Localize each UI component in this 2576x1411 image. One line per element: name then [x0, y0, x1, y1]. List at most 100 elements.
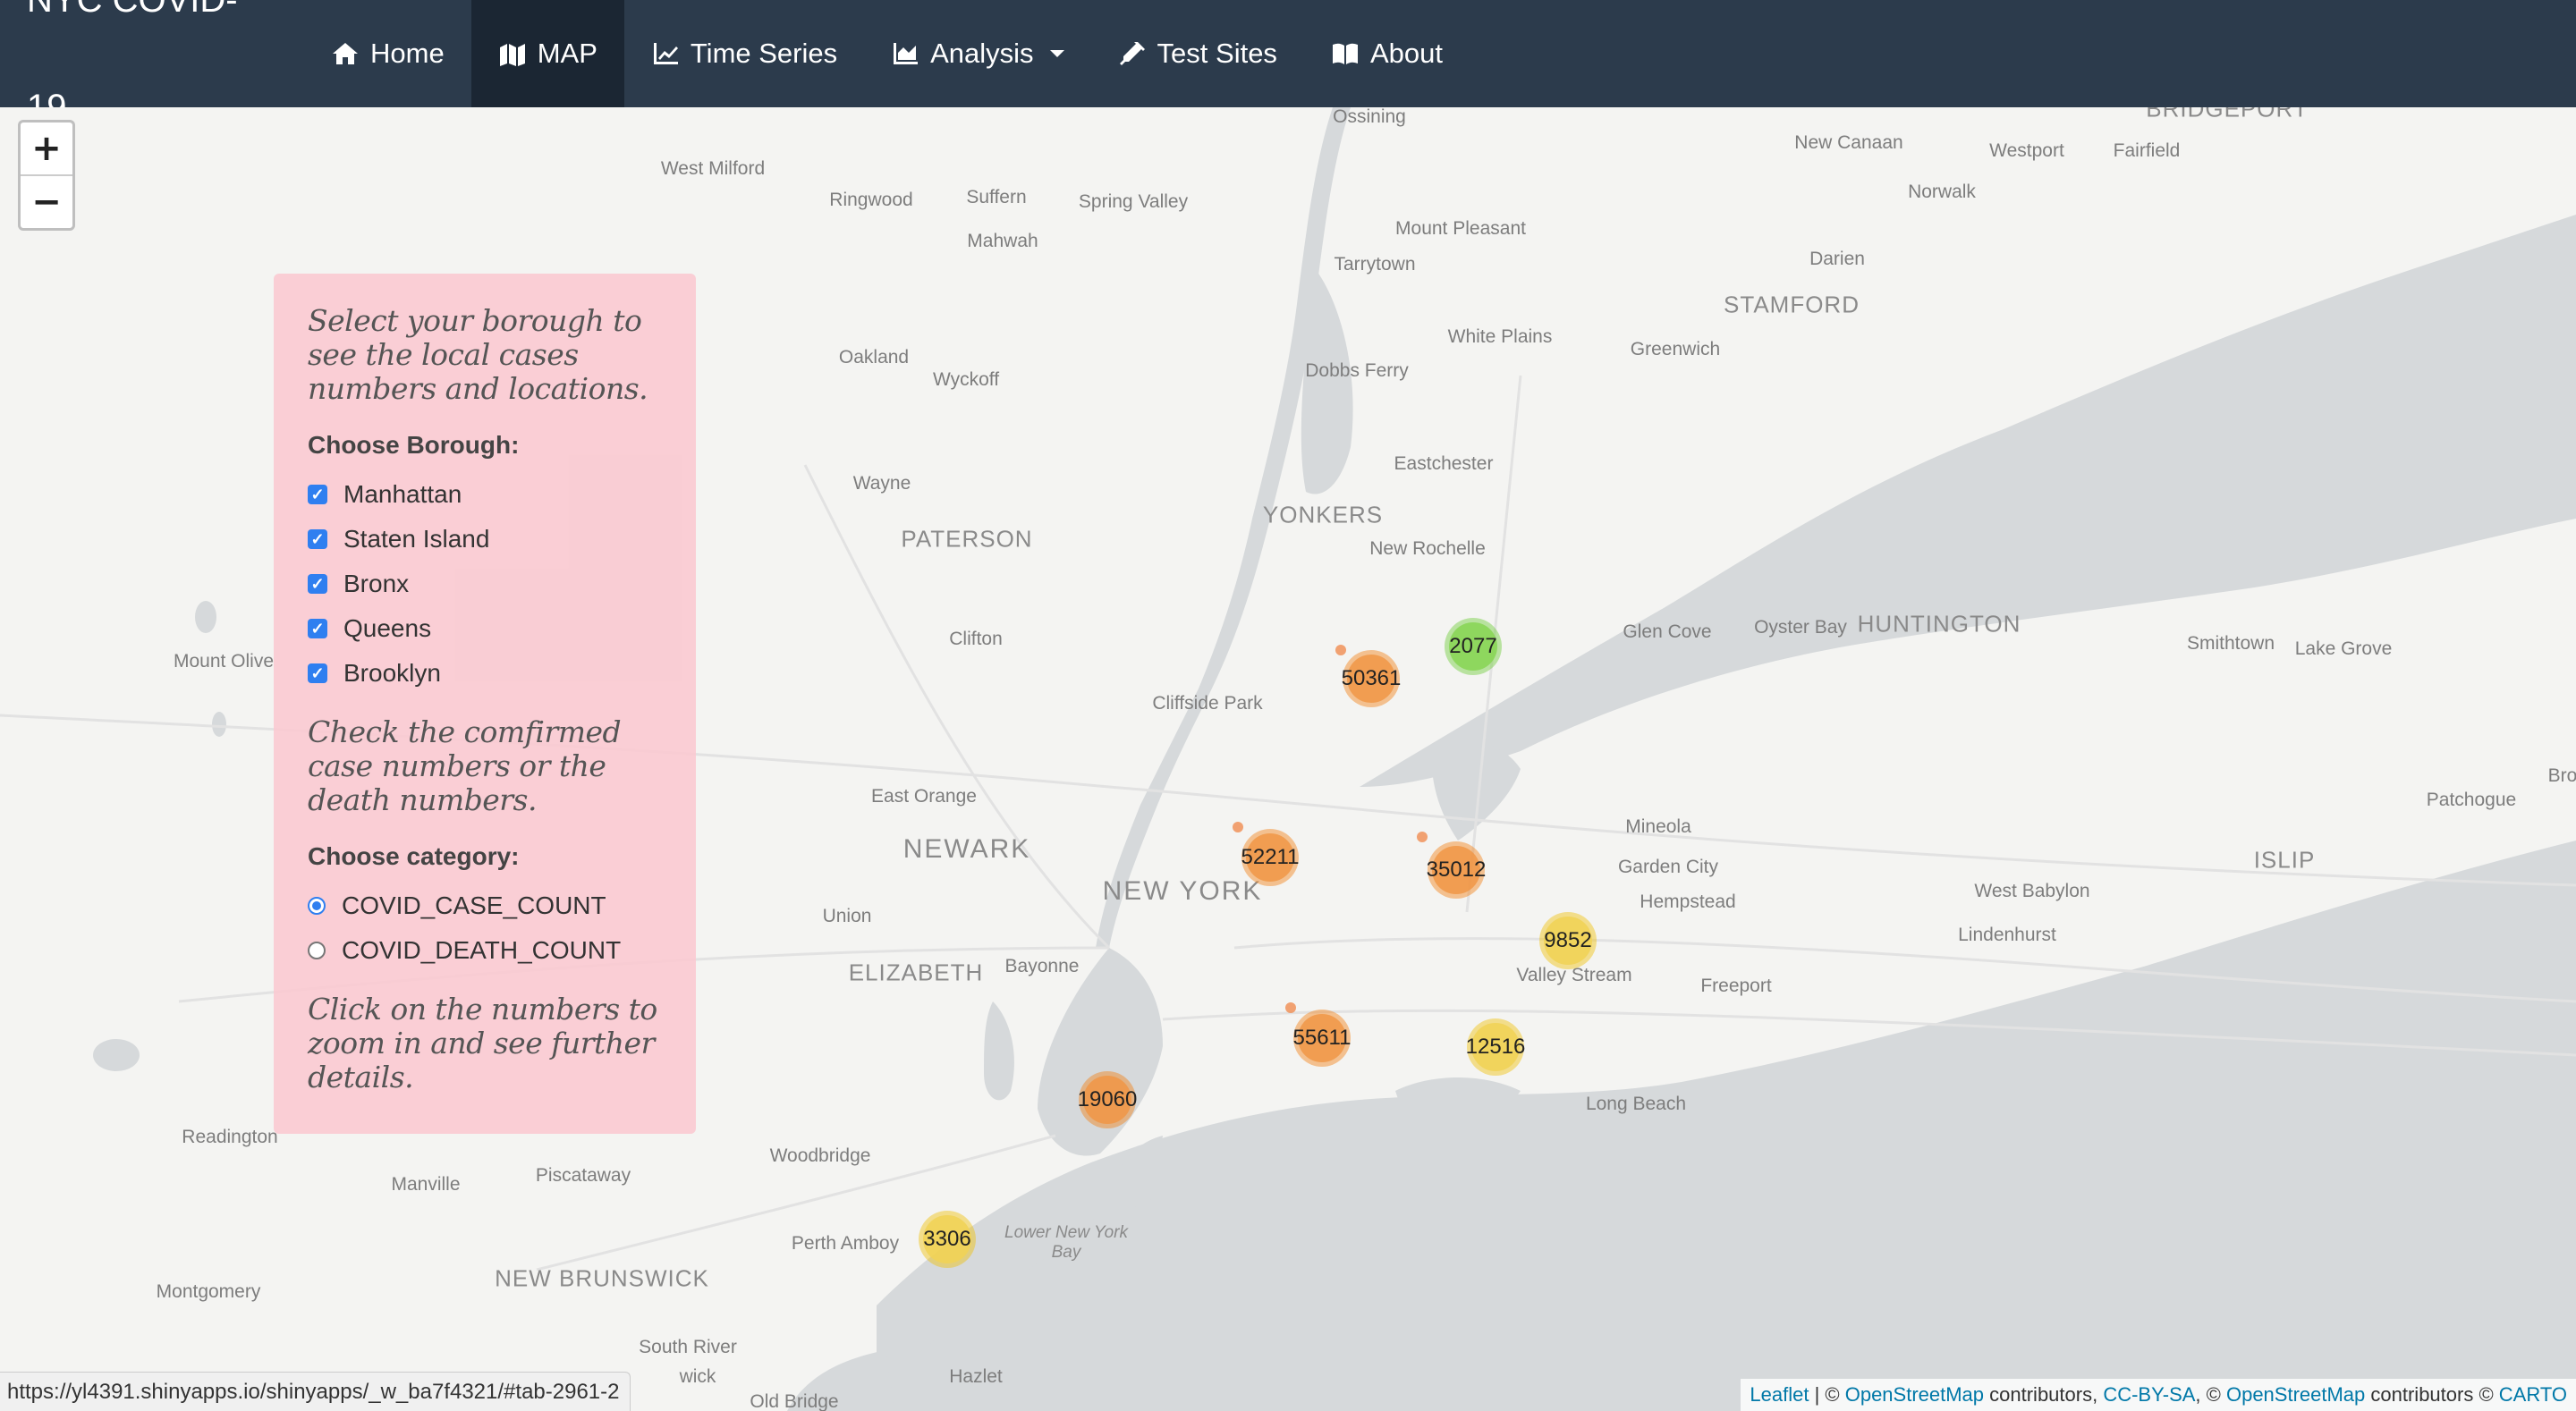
checkbox-checked-icon[interactable]: ✓ — [308, 485, 327, 504]
line-chart-icon — [653, 43, 678, 64]
borough-checkbox-queens[interactable]: ✓ Queens — [308, 606, 662, 651]
control-panel: Select your borough to see the local cas… — [274, 274, 696, 1134]
carto-link[interactable]: CARTO — [2499, 1383, 2567, 1407]
map-label: Readington — [182, 1127, 278, 1147]
home-icon — [333, 43, 358, 64]
map-label: New Canaan — [1794, 132, 1903, 153]
map-label: Ringwood — [829, 190, 913, 210]
borough-checkbox-brooklyn[interactable]: ✓ Brooklyn — [308, 651, 662, 696]
map-label: Manville — [391, 1174, 461, 1195]
nav-analysis-label: Analysis — [930, 38, 1034, 69]
cluster-marker[interactable]: 55611 — [1293, 1010, 1351, 1067]
map-label: West Babylon — [1974, 881, 2090, 901]
map-label: Long Beach — [1585, 1094, 1687, 1114]
category-radio-death-count[interactable]: COVID_DEATH_COUNT — [308, 928, 662, 973]
cluster-marker[interactable]: 9852 — [1539, 912, 1597, 969]
checkbox-checked-icon[interactable]: ✓ — [308, 529, 327, 549]
borough-option-label: Queens — [343, 614, 432, 642]
osm-link[interactable]: OpenStreetMap — [1845, 1383, 1984, 1407]
map-label: Wyckoff — [932, 369, 1000, 390]
map-label: BRIDGEPORT — [2146, 107, 2309, 123]
nav-about[interactable]: About — [1304, 0, 1470, 107]
map-label: Bro — [2547, 765, 2576, 786]
map-label: East Orange — [871, 786, 977, 807]
case-dot[interactable] — [1285, 1002, 1296, 1013]
map-label: NEWARK — [902, 834, 1031, 864]
checkbox-checked-icon[interactable]: ✓ — [308, 663, 327, 683]
radio-unselected-icon[interactable] — [308, 942, 326, 959]
map-icon — [499, 44, 525, 66]
osm-link[interactable]: OpenStreetMap — [2226, 1383, 2365, 1407]
map-label: Garden City — [1617, 857, 1719, 877]
map-label: Mount Pleasant — [1395, 218, 1526, 239]
book-icon — [1332, 43, 1358, 64]
map-label: New Rochelle — [1369, 538, 1486, 559]
map-label: Tarrytown — [1334, 254, 1416, 275]
map-attribution: Leaflet | © OpenStreetMap contributors, … — [1741, 1379, 2576, 1411]
map-label: South River — [639, 1337, 737, 1357]
case-dot[interactable] — [1233, 822, 1243, 832]
checkbox-checked-icon[interactable]: ✓ — [308, 619, 327, 638]
map-label: White Plains — [1447, 326, 1553, 347]
map-label: HUNTINGTON — [1857, 610, 2021, 638]
map-label: Mount Olive — [173, 651, 275, 672]
cluster-count: 55611 — [1293, 1014, 1351, 1062]
map-label: Mineola — [1625, 816, 1691, 837]
category-radio-case-count[interactable]: COVID_CASE_COUNT — [308, 883, 662, 928]
attribution-text: contributors, — [1984, 1383, 2104, 1406]
map-label: Hazlet — [949, 1366, 1003, 1387]
map-label: YONKERS — [1262, 501, 1384, 528]
case-dot[interactable] — [1417, 832, 1428, 842]
nav-map-label: MAP — [537, 38, 597, 69]
map-label: Old Bridge — [750, 1391, 839, 1411]
radio-selected-icon[interactable] — [308, 897, 326, 915]
attribution-text: | © — [1809, 1383, 1845, 1406]
map-label: Suffern — [966, 187, 1027, 207]
zoom-out-button[interactable]: − — [21, 176, 72, 228]
cluster-marker[interactable]: 2077 — [1445, 618, 1502, 675]
cluster-count: 19060 — [1078, 1076, 1137, 1124]
cluster-marker[interactable]: 19060 — [1078, 1071, 1137, 1128]
map-label: Ossining — [1333, 107, 1406, 127]
navbar: NYC COVID-19 Home MAP Time Series Analys… — [0, 0, 2576, 127]
borough-checkbox-manhattan[interactable]: ✓ Manhattan — [308, 472, 662, 517]
nav-about-label: About — [1369, 38, 1443, 69]
nav-time-series-label: Time Series — [690, 38, 838, 69]
map-label: Smithtown — [2186, 633, 2275, 654]
cluster-marker[interactable]: 3306 — [919, 1211, 976, 1268]
map-label: Piscataway — [535, 1165, 631, 1186]
cluster-count: 12516 — [1466, 1023, 1525, 1071]
nav-home-label: Home — [370, 38, 445, 69]
map-label: Lower New York Bay — [1004, 1223, 1128, 1262]
nav-time-series[interactable]: Time Series — [624, 0, 864, 107]
cc-by-sa-link[interactable]: CC-BY-SA — [2103, 1383, 2195, 1407]
map-label: Glen Cove — [1623, 621, 1712, 642]
cluster-marker[interactable]: 12516 — [1466, 1018, 1525, 1076]
panel-outro: Click on the numbers to zoom in and see … — [308, 992, 657, 1094]
leaflet-link[interactable]: Leaflet — [1750, 1383, 1809, 1407]
map-label: ISLIP — [2253, 846, 2316, 874]
map-label: Spring Valley — [1078, 191, 1189, 212]
nav-map[interactable]: MAP — [470, 0, 624, 107]
nav-test-sites-label: Test Sites — [1157, 38, 1277, 69]
nav-test-sites[interactable]: Test Sites — [1091, 0, 1304, 107]
map-label: Clifton — [949, 629, 1003, 649]
map-label: Woodbridge — [769, 1145, 871, 1166]
cluster-marker[interactable]: 35012 — [1427, 841, 1486, 899]
area-chart-icon — [894, 43, 919, 64]
case-dot[interactable] — [1335, 645, 1346, 655]
nav-analysis[interactable]: Analysis — [864, 0, 1090, 107]
borough-option-label: Staten Island — [343, 525, 490, 553]
borough-checkbox-staten-island[interactable]: ✓ Staten Island — [308, 517, 662, 562]
checkbox-checked-icon[interactable]: ✓ — [308, 574, 327, 594]
cluster-marker[interactable]: 50361 — [1342, 650, 1401, 707]
borough-checkbox-bronx[interactable]: ✓ Bronx — [308, 562, 662, 606]
map-label: NEW BRUNSWICK — [495, 1264, 709, 1292]
borough-label: Choose Borough: — [308, 431, 520, 459]
cluster-marker[interactable]: 52211 — [1241, 829, 1299, 886]
category-intro: Check the comfirmed case numbers or the … — [308, 714, 622, 817]
zoom-in-button[interactable]: + — [21, 123, 72, 176]
nav-home[interactable]: Home — [304, 0, 471, 107]
zoom-control: + − — [18, 120, 75, 231]
cluster-count: 35012 — [1427, 846, 1486, 894]
